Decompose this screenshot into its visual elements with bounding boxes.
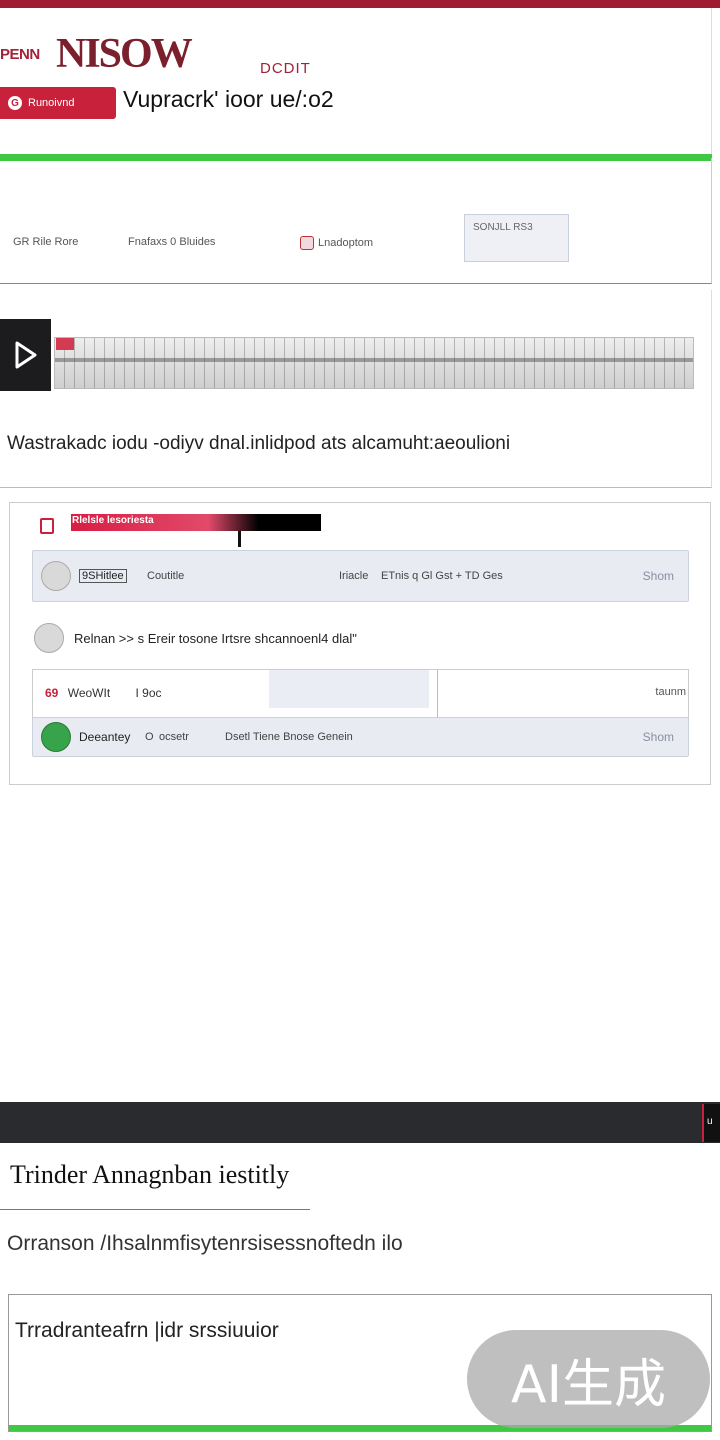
list-item-name: WeoWIt: [67, 686, 111, 700]
tab-2-label: Fnafaxs 0 Bluides: [128, 236, 216, 248]
list-item-right: taunm: [655, 686, 686, 698]
panel-bar-label: Rlelsle lesoriesta: [72, 515, 154, 526]
tab-1[interactable]: GR Rile Rore: [13, 236, 78, 248]
section-subtitle: Orranson /Ihsalnmfisytenrsisessnoftedn i…: [7, 1232, 403, 1255]
list-item-col1: I 9oc: [135, 686, 162, 700]
list-item-col2: Iriacle: [339, 570, 369, 582]
list-item[interactable]: Relnan >> s Ereir tosone Irtsre shcannoe…: [34, 623, 357, 653]
thumbnail-pattern: [55, 338, 693, 388]
category-tag-button[interactable]: G Runoivnd: [0, 87, 116, 119]
logo-main-text: NISOW: [56, 31, 193, 77]
text-area-content: Trradranteafrn |idr srssiuuior: [15, 1319, 279, 1342]
top-accent-bar: [0, 0, 720, 8]
list-item-col3: ETnis q Gl Gst + TD Ges: [381, 570, 503, 582]
play-icon: [15, 341, 36, 369]
column-divider: [437, 670, 438, 720]
placeholder-block: [269, 670, 429, 708]
banner-badge[interactable]: u: [702, 1104, 720, 1142]
thumbnail-tag-icon: [56, 338, 74, 350]
list-item-col3: Dsetl Tiene Bnose Genein: [225, 731, 353, 743]
avatar: [34, 623, 64, 653]
video-thumbnail[interactable]: [54, 337, 694, 389]
list-item[interactable]: Deeantey O ocsetr Dsetl Tiene Bnose Gene…: [32, 717, 689, 757]
page-title: Vupracrk' ioor ue/:o2: [123, 86, 334, 112]
list-panel: Rlelsle lesoriesta 9SHitlee Coutitle Iri…: [9, 502, 711, 785]
list-item[interactable]: 69 WeoWIt I 9oc taunm: [32, 669, 689, 720]
watermark-badge: AI生成: [467, 1330, 710, 1428]
show-button[interactable]: Shom: [643, 730, 674, 744]
logo-small-text: PENN: [0, 46, 40, 63]
list-item-col2: ocsetr: [159, 731, 189, 743]
tabs-strip: GR Rile Rore Fnafaxs 0 Bluides Lnadoptom…: [0, 158, 712, 284]
play-button[interactable]: [0, 319, 51, 391]
banner-badge-text: u: [707, 1116, 713, 1127]
video-caption: Wastrakadc iodu -odiyv dnal.inlidpod ats…: [7, 433, 511, 454]
tab-4[interactable]: SONJLL RS3: [464, 214, 569, 262]
tag-button-label: Runoivnd: [28, 97, 75, 109]
site-logo[interactable]: PENN NISOW DCDIT: [0, 24, 310, 77]
list-item-name: 9SHitlee: [79, 569, 127, 583]
list-item-col1: Coutitle: [147, 570, 185, 582]
list-item[interactable]: 9SHitlee Coutitle Iriacle ETnis q Gl Gst…: [32, 550, 689, 602]
clipboard-icon: [40, 518, 54, 534]
tag-badge-icon: G: [8, 96, 22, 110]
tab-3[interactable]: Lnadoptom: [300, 236, 373, 250]
list-item-col1: O: [145, 731, 154, 743]
avatar: [41, 722, 71, 752]
tab-2[interactable]: Fnafaxs 0 Bluides: [128, 236, 215, 248]
list-item-name: Deeantey: [79, 730, 131, 744]
tab-3-label: Lnadoptom: [318, 237, 374, 249]
section-title: Trinder Annagnban iestitly: [10, 1160, 290, 1189]
show-button[interactable]: Shom: [643, 569, 674, 583]
avatar: [41, 561, 71, 591]
panel-marker: [238, 531, 241, 547]
list-item-mark: 69: [45, 686, 59, 700]
list-item-left: 69 WeoWIt I 9oc: [45, 686, 162, 700]
tab-4-label: SONJLL RS3: [473, 222, 533, 233]
dark-banner: [0, 1102, 720, 1143]
document-icon: [300, 236, 314, 250]
logo-sub-text: DCDIT: [260, 60, 311, 77]
video-card: Wastrakadc iodu -odiyv dnal.inlidpod ats…: [0, 290, 712, 488]
header: PENN NISOW DCDIT G Runoivnd Vupracrk' io…: [0, 8, 712, 161]
tab-1-label: GR Rile Rore: [13, 236, 79, 248]
section-divider: [0, 1209, 310, 1210]
list-item-name: Relnan >> s Ereir tosone Irtsre shcannoe…: [74, 630, 357, 646]
